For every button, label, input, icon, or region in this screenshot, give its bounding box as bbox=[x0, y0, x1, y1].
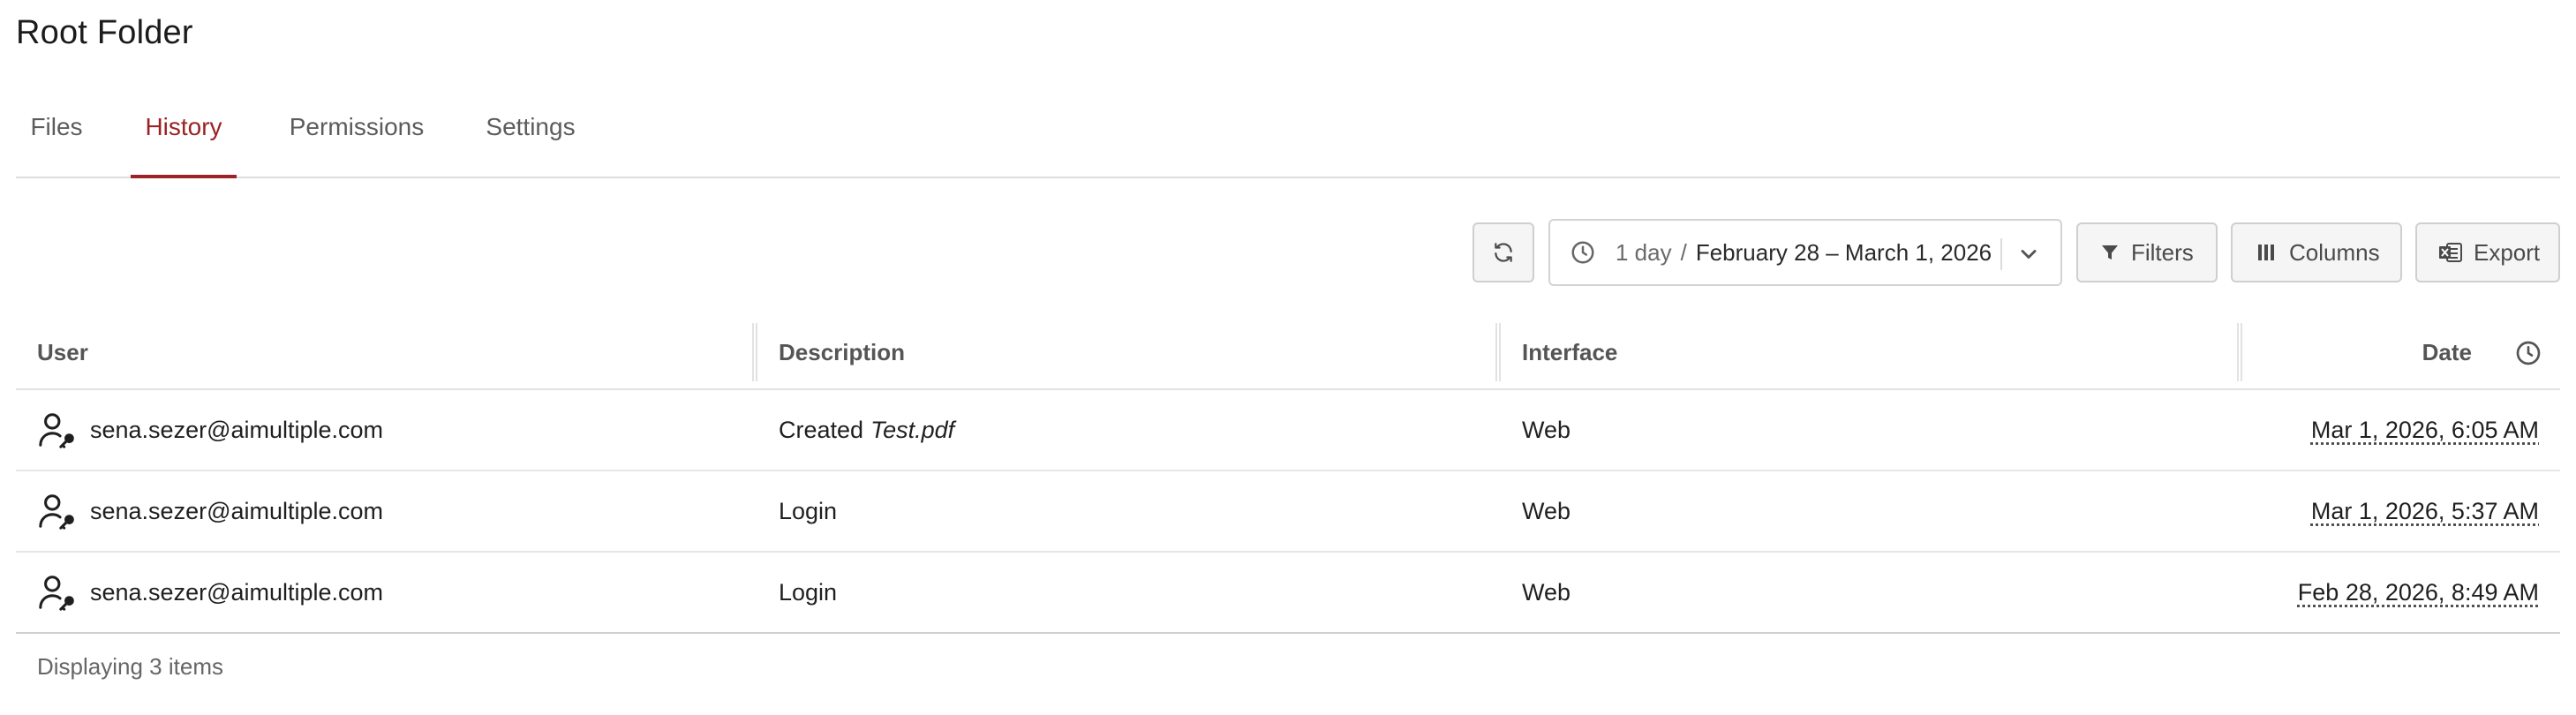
column-header-interface[interactable]: Interface bbox=[1522, 316, 1617, 388]
interface-cell: Web bbox=[1522, 578, 1571, 606]
column-resize-handle[interactable] bbox=[2237, 323, 2242, 381]
column-resize-handle[interactable] bbox=[1495, 323, 1501, 381]
tab-permissions[interactable]: Permissions bbox=[288, 113, 426, 177]
user-key-icon bbox=[39, 576, 74, 611]
date-range-value: February 28 – March 1, 2026 bbox=[1695, 238, 1992, 266]
clock-icon bbox=[1571, 241, 1594, 264]
date-cell: Feb 28, 2026, 8:49 AM bbox=[2297, 578, 2539, 606]
refresh-button[interactable] bbox=[1473, 222, 1534, 282]
tab-settings[interactable]: Settings bbox=[484, 113, 577, 177]
user-key-icon bbox=[39, 413, 74, 448]
description-file: Test.pdf bbox=[870, 416, 955, 443]
date-separator: / bbox=[1680, 238, 1687, 266]
description-cell: Login bbox=[779, 553, 837, 632]
footer-status: Displaying 3 items bbox=[37, 653, 223, 680]
user-key-icon bbox=[39, 494, 74, 530]
refresh-icon bbox=[1495, 243, 1512, 262]
export-label: Export bbox=[2474, 238, 2541, 266]
table-row[interactable]: sena.sezer@aimultiple.com Created Test.p… bbox=[16, 390, 2560, 471]
date-span-label: 1 day bbox=[1616, 238, 1672, 266]
columns-icon bbox=[2258, 245, 2274, 260]
tab-history[interactable]: History bbox=[131, 113, 237, 178]
description-text: Created bbox=[779, 416, 864, 443]
table-row[interactable]: sena.sezer@aimultiple.com Login Web Feb … bbox=[16, 553, 2560, 634]
user-cell: sena.sezer@aimultiple.com bbox=[16, 553, 383, 632]
table-header: User Description Interface Date bbox=[16, 316, 2560, 390]
user-cell: sena.sezer@aimultiple.com bbox=[16, 390, 383, 470]
columns-label: Columns bbox=[2289, 238, 2380, 266]
column-header-date[interactable]: Date bbox=[2422, 316, 2472, 388]
column-header-user[interactable]: User bbox=[37, 316, 88, 388]
chevron-down-icon[interactable] bbox=[2016, 242, 2041, 267]
description-cell: Login bbox=[779, 471, 837, 551]
excel-icon bbox=[2439, 243, 2462, 262]
history-table: User Description Interface Date sena.sez… bbox=[16, 316, 2560, 634]
user-email: sena.sezer@aimultiple.com bbox=[90, 497, 384, 524]
interface-cell: Web bbox=[1522, 497, 1571, 524]
column-header-description[interactable]: Description bbox=[779, 316, 905, 388]
history-page: Root Folder Files History Permissions Se… bbox=[0, 0, 2576, 715]
filter-icon bbox=[2102, 245, 2118, 260]
description-text: Login bbox=[779, 497, 838, 524]
clock-icon[interactable] bbox=[2514, 339, 2542, 367]
columns-button[interactable]: Columns bbox=[2231, 222, 2402, 282]
column-resize-handle[interactable] bbox=[752, 323, 757, 381]
date-cell: Mar 1, 2026, 6:05 AM bbox=[2310, 416, 2539, 443]
user-cell: sena.sezer@aimultiple.com bbox=[16, 471, 383, 551]
user-email: sena.sezer@aimultiple.com bbox=[90, 416, 384, 443]
description-cell: Created Test.pdf bbox=[779, 390, 954, 470]
select-divider bbox=[2000, 238, 2002, 270]
export-button[interactable]: Export bbox=[2415, 222, 2560, 282]
description-text: Login bbox=[779, 578, 838, 606]
page-title: Root Folder bbox=[16, 14, 193, 51]
filters-label: Filters bbox=[2131, 238, 2194, 266]
table-row[interactable]: sena.sezer@aimultiple.com Login Web Mar … bbox=[16, 471, 2560, 553]
user-email: sena.sezer@aimultiple.com bbox=[90, 578, 384, 606]
tab-files[interactable]: Files bbox=[30, 113, 83, 177]
date-range-select[interactable]: 1 day / February 28 – March 1, 2026 bbox=[1548, 219, 2062, 286]
interface-cell: Web bbox=[1522, 416, 1571, 443]
tab-bar: Files History Permissions Settings bbox=[16, 95, 2560, 178]
filters-button[interactable]: Filters bbox=[2076, 222, 2218, 282]
date-cell: Mar 1, 2026, 5:37 AM bbox=[2310, 497, 2539, 524]
